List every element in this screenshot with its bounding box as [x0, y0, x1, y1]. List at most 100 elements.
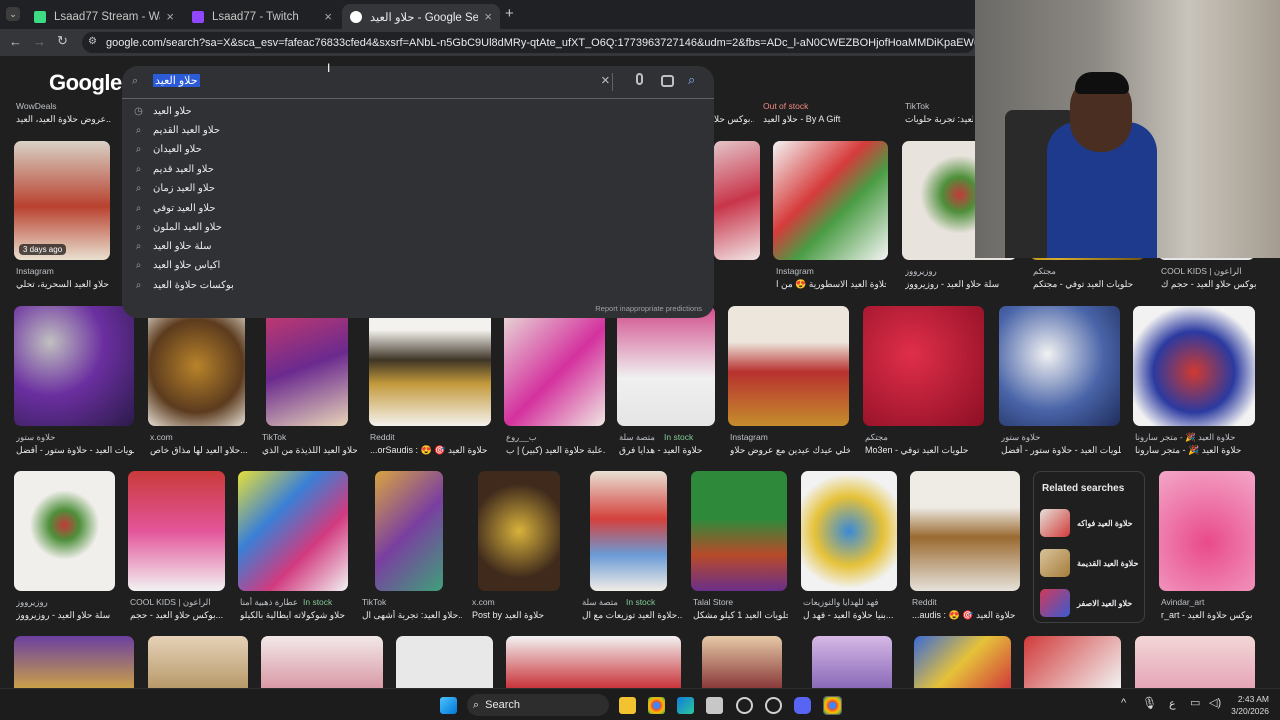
- result-thumbnail[interactable]: [910, 471, 1020, 591]
- related-search-item[interactable]: حلاو العيد الاصفر: [1040, 588, 1140, 618]
- suggestion-item[interactable]: ⌕ حلاو العيد قديم: [122, 160, 714, 179]
- result-caption[interactable]: ...audis : 😍 🎯 حلاوة العيد: [912, 610, 1022, 621]
- result-caption[interactable]: حلاو شوكولاته ايطالية بالكيلو: [240, 610, 350, 621]
- result-caption[interactable]: بنيا حلاوة العيد - فهد ل...: [803, 610, 898, 621]
- forward-arrow-icon[interactable]: →: [33, 34, 46, 49]
- result-thumbnail[interactable]: [128, 471, 225, 591]
- result-thumbnail[interactable]: 3 days ago: [14, 141, 110, 260]
- suggestion-item[interactable]: ⌕ بوكسات حلاوة العيد: [122, 276, 714, 295]
- chrome-icon[interactable]: [648, 697, 665, 714]
- google-lens-icon[interactable]: [661, 75, 674, 87]
- suggestion-item[interactable]: ⌕ اكياس حلاو العيد: [122, 256, 714, 275]
- result-thumbnail[interactable]: [266, 306, 348, 426]
- result-caption[interactable]: بوكس حلاو العيد - حجم...: [130, 610, 227, 621]
- microphone-icon[interactable]: [636, 73, 643, 85]
- microphone-icon[interactable]: 🎙: [1142, 696, 1157, 710]
- chevron-up-icon[interactable]: ^: [1121, 697, 1126, 709]
- result-thumbnail[interactable]: [1133, 306, 1255, 426]
- result-thumbnail[interactable]: [14, 636, 134, 688]
- reload-icon[interactable]: ↻: [57, 33, 68, 49]
- result-caption[interactable]: حلاو العيد لها مذاق خاص...: [150, 445, 247, 456]
- result-thumbnail[interactable]: [478, 471, 560, 591]
- windows-start-icon[interactable]: [440, 697, 457, 714]
- result-caption[interactable]: حلاوة العيد - هدايا فرق: [619, 445, 717, 456]
- suggestion-item[interactable]: ◷ حلاو العيد: [122, 102, 714, 121]
- clock-time[interactable]: 2:43 AM: [1227, 694, 1269, 704]
- result-thumbnail[interactable]: [812, 636, 892, 688]
- tab-kick-stream[interactable]: Lsaad77 Stream - Watch Live o ×: [26, 4, 182, 29]
- suggestion-item[interactable]: ⌕ حلاو العيد توفي: [122, 199, 714, 218]
- clock-date[interactable]: 3/20/2026: [1222, 706, 1269, 716]
- result-caption[interactable]: حلاو العيد: تجربة أشهى ال...: [362, 610, 462, 621]
- result-thumbnail[interactable]: [148, 306, 245, 426]
- taskbar-search-box[interactable]: ⌕ Search: [467, 694, 609, 716]
- discord-icon[interactable]: [794, 697, 811, 714]
- result-thumbnail[interactable]: [148, 636, 248, 688]
- volume-icon[interactable]: ◁): [1209, 696, 1221, 709]
- site-info-icon[interactable]: ⚙: [88, 36, 97, 47]
- store-icon[interactable]: [706, 697, 723, 714]
- result-thumbnail[interactable]: [375, 471, 443, 591]
- tab-twitch[interactable]: Lsaad77 - Twitch ×: [184, 4, 340, 29]
- chrome-active-icon[interactable]: [823, 696, 842, 715]
- result-thumbnail[interactable]: [504, 306, 605, 426]
- search-box[interactable]: ⌕ حلاو العيد × ⌕: [122, 66, 714, 98]
- result-caption[interactable]: حلويات العيد - حلاوة ستور - أفضل...: [16, 445, 134, 456]
- result-caption[interactable]: بوكس حلا...: [714, 114, 754, 125]
- suggestion-item[interactable]: ⌕ حلاو العيد القديم: [122, 121, 714, 140]
- result-caption[interactable]: Post by حلاوة العيد: [472, 610, 572, 621]
- tab-google-search[interactable]: حلاو العيد - Google Search ×: [342, 4, 500, 29]
- result-thumbnail[interactable]: [14, 306, 134, 426]
- result-caption[interactable]: حلويات العيد - حلاوة ستور - أفضل...: [1001, 445, 1121, 456]
- result-thumbnail[interactable]: [914, 636, 1011, 688]
- result-thumbnail[interactable]: [369, 306, 491, 426]
- new-tab-icon[interactable]: +: [505, 5, 514, 22]
- related-search-item[interactable]: حلاوة العيد القديمة: [1040, 548, 1140, 578]
- file-explorer-icon[interactable]: [619, 697, 636, 714]
- result-thumbnail[interactable]: [590, 471, 667, 591]
- result-caption[interactable]: سلة حلاو العيد - روزيرووز: [905, 279, 1015, 290]
- result-thumbnail[interactable]: [617, 306, 715, 426]
- result-caption[interactable]: حلاو العيد اللذيذة من الذي...: [262, 445, 357, 456]
- result-thumbnail[interactable]: [714, 141, 760, 260]
- obs-icon[interactable]: [736, 697, 753, 714]
- related-search-item[interactable]: حلاوة العيد فواكه: [1040, 508, 1140, 538]
- result-thumbnail[interactable]: [773, 141, 888, 260]
- result-thumbnail[interactable]: [1159, 471, 1255, 591]
- result-caption[interactable]: حلويات العيد 1 كيلو مشكل...: [693, 610, 788, 621]
- result-caption[interactable]: ...orSaudis : 😍 🎯 حلاوة العيد: [370, 445, 492, 456]
- result-caption[interactable]: حلويات العيد توفي - مجتكم: [1033, 279, 1143, 290]
- result-thumbnail[interactable]: [691, 471, 787, 591]
- edge-icon[interactable]: [677, 697, 694, 714]
- result-thumbnail[interactable]: [238, 471, 348, 591]
- result-caption[interactable]: علبة حلاوة العيد (كبير) | ب...: [506, 445, 606, 456]
- close-tab-icon[interactable]: ×: [166, 9, 174, 24]
- result-caption[interactable]: عروض حلاوة العيد، العيد...: [16, 114, 111, 125]
- report-predictions-link[interactable]: Report inappropriate predictions: [595, 304, 702, 313]
- result-thumbnail[interactable]: [14, 471, 115, 591]
- network-icon[interactable]: ▭: [1190, 696, 1200, 709]
- result-caption[interactable]: حلاوة العيد الاسطورية 😍 من ا...: [776, 279, 886, 290]
- result-caption[interactable]: بوكس حلاو العيد - حجم ك...: [1161, 279, 1256, 290]
- result-caption[interactable]: حلاوة العيد توزيعات مع ال...: [582, 610, 682, 621]
- result-caption[interactable]: حلاو العيد: تجربة حلويات...: [905, 114, 973, 125]
- tab-search-menu-icon[interactable]: ⌄: [6, 7, 20, 21]
- close-tab-icon[interactable]: ×: [484, 9, 492, 24]
- result-thumbnail[interactable]: [801, 471, 897, 591]
- input-language[interactable]: ع: [1169, 697, 1176, 710]
- clear-search-icon[interactable]: ×: [601, 72, 610, 89]
- result-caption[interactable]: خلي عيدك عيدين مع عروض حلاو...: [730, 445, 850, 456]
- address-bar[interactable]: ⚙ google.com/search?sa=X&sca_esv=fafeac7…: [82, 32, 975, 53]
- search-input[interactable]: حلاو العيد: [153, 74, 200, 87]
- result-thumbnail[interactable]: [702, 636, 782, 688]
- close-tab-icon[interactable]: ×: [324, 9, 332, 24]
- suggestion-item[interactable]: ⌕ سلة حلاو العيد: [122, 237, 714, 256]
- result-caption[interactable]: r_art - بوكس حلاوة العيد: [1161, 610, 1256, 621]
- result-caption[interactable]: حلاوة العيد 🎉 - متجر سارونا: [1135, 445, 1257, 456]
- back-arrow-icon[interactable]: ←: [9, 34, 22, 49]
- result-caption[interactable]: حلاو العيد - By A Gift: [763, 114, 873, 125]
- suggestion-item[interactable]: ⌕ حلاو العيدان: [122, 140, 714, 159]
- result-caption[interactable]: حلاو العيد السحرية، تحلي ...: [16, 279, 111, 290]
- result-thumbnail[interactable]: [999, 306, 1120, 426]
- result-caption[interactable]: سلة حلاو العيد - روزيرووز: [16, 610, 116, 621]
